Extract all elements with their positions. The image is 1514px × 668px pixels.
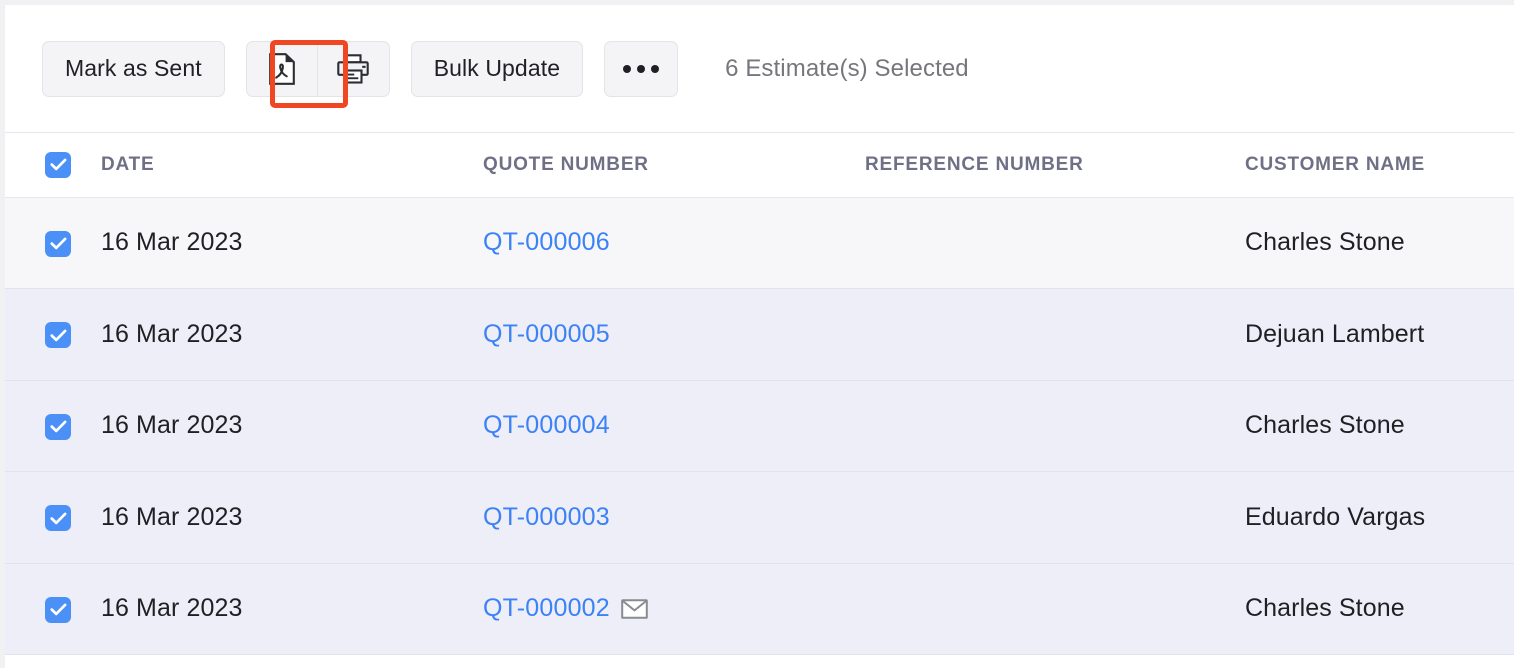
select-all-header <box>5 133 101 198</box>
selected-count-label: 6 Estimate(s) Selected <box>725 54 969 82</box>
cell-customer-name: Eduardo Vargas <box>1245 502 1426 531</box>
row-checkbox[interactable] <box>45 596 71 623</box>
table-row[interactable]: 16 Mar 2023 QT-000004 Charles Stone <box>5 380 1514 472</box>
quote-number-link[interactable]: QT-000003 <box>483 503 610 532</box>
quote-number-link[interactable]: QT-000006 <box>483 228 610 257</box>
table-row[interactable]: 16 Mar 2023 QT-000003 Eduardo Vargas <box>5 471 1514 564</box>
row-select-cell <box>5 380 101 472</box>
cell-quote-number: QT-000005 <box>483 289 865 381</box>
row-checkbox[interactable] <box>45 413 71 440</box>
table-header-row: DATE QUOTE NUMBER REFERENCE NUMBER CUSTO… <box>5 133 1514 198</box>
cell-customer-name: Dejuan Lambert <box>1245 319 1425 348</box>
email-sent-icon <box>621 598 648 619</box>
row-select-cell <box>5 197 101 289</box>
cell-date: 16 Mar 2023 <box>101 228 243 257</box>
print-button[interactable] <box>317 40 390 97</box>
more-actions-button[interactable] <box>604 40 679 97</box>
cell-customer-name: Charles Stone <box>1245 228 1405 257</box>
select-all-checkbox[interactable] <box>45 151 71 178</box>
cell-reference-number <box>865 289 1245 381</box>
header-customer-name[interactable]: CUSTOMER NAME <box>1245 133 1514 198</box>
quote-number-link[interactable]: QT-000005 <box>483 320 610 349</box>
row-select-cell <box>5 563 101 655</box>
table-row[interactable]: 16 Mar 2023 QT-000005 Dejuan Lambert <box>5 288 1514 381</box>
pdf-icon <box>268 52 295 85</box>
cell-date: 16 Mar 2023 <box>101 411 243 440</box>
cell-quote-number: QT-000002 <box>483 563 865 655</box>
quote-number-link[interactable]: QT-000002 <box>483 594 610 623</box>
table-body: 16 Mar 2023 QT-000006 Charles Stone 16 M… <box>5 197 1514 655</box>
print-icon <box>337 53 369 84</box>
pdf-export-button[interactable] <box>245 40 318 97</box>
cell-quote-number: QT-000003 <box>483 472 865 564</box>
row-select-cell <box>5 472 101 564</box>
cell-quote-number: QT-000006 <box>483 197 865 289</box>
estimates-table: DATE QUOTE NUMBER REFERENCE NUMBER CUSTO… <box>5 133 1514 655</box>
cell-customer-name: Charles Stone <box>1245 411 1405 440</box>
bulk-update-button[interactable]: Bulk Update <box>410 40 584 97</box>
cell-date: 16 Mar 2023 <box>101 502 243 531</box>
ellipsis-icon <box>623 64 660 73</box>
cell-reference-number <box>865 472 1245 564</box>
estimates-list-screen: Mark as Sent Bulk Update 6 Estimate(s) S… <box>0 0 1514 668</box>
cell-customer-name: Charles Stone <box>1245 594 1405 623</box>
header-reference-number[interactable]: REFERENCE NUMBER <box>865 133 1245 198</box>
mark-as-sent-button[interactable]: Mark as Sent <box>42 40 225 97</box>
row-checkbox[interactable] <box>45 505 71 532</box>
row-checkbox[interactable] <box>45 322 71 349</box>
export-icon-button-group <box>245 40 390 97</box>
cell-reference-number <box>865 380 1245 472</box>
table-row[interactable]: 16 Mar 2023 QT-000002 Charles Stone <box>5 563 1514 655</box>
table-header: DATE QUOTE NUMBER REFERENCE NUMBER CUSTO… <box>5 133 1514 198</box>
cell-reference-number <box>865 197 1245 289</box>
bulk-action-toolbar: Mark as Sent Bulk Update 6 Estimate(s) S… <box>5 5 1514 133</box>
header-quote-number[interactable]: QUOTE NUMBER <box>483 133 865 198</box>
cell-quote-number: QT-000004 <box>483 380 865 472</box>
header-date[interactable]: DATE <box>101 133 483 198</box>
row-select-cell <box>5 289 101 381</box>
cell-date: 16 Mar 2023 <box>101 319 243 348</box>
cell-date: 16 Mar 2023 <box>101 594 243 623</box>
quote-number-link[interactable]: QT-000004 <box>483 411 610 440</box>
cell-reference-number <box>865 563 1245 655</box>
table-row[interactable]: 16 Mar 2023 QT-000006 Charles Stone <box>5 197 1514 289</box>
row-checkbox[interactable] <box>45 230 71 257</box>
